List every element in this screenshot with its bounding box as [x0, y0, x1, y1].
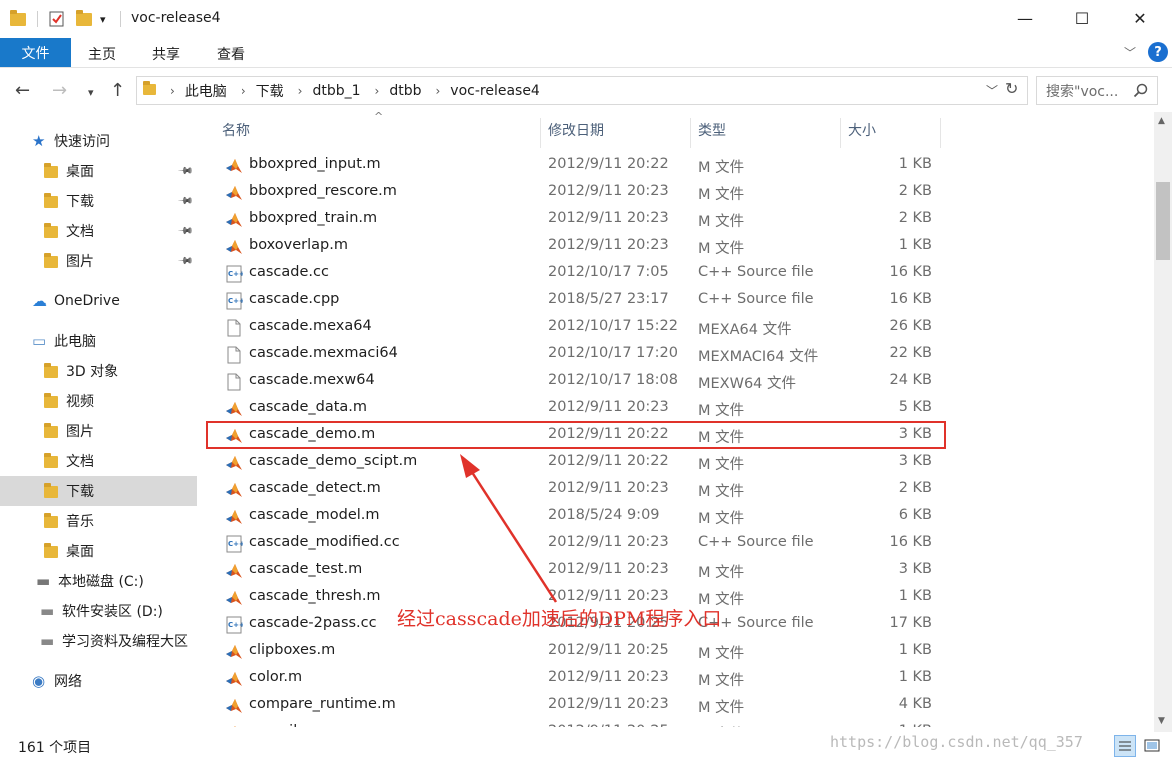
watermark: https://blog.csdn.net/qq_357 — [830, 733, 1083, 751]
annotation-arrow — [460, 454, 558, 603]
annotation-text: 经过casscade加速后的DPM程序入口 — [397, 608, 722, 630]
